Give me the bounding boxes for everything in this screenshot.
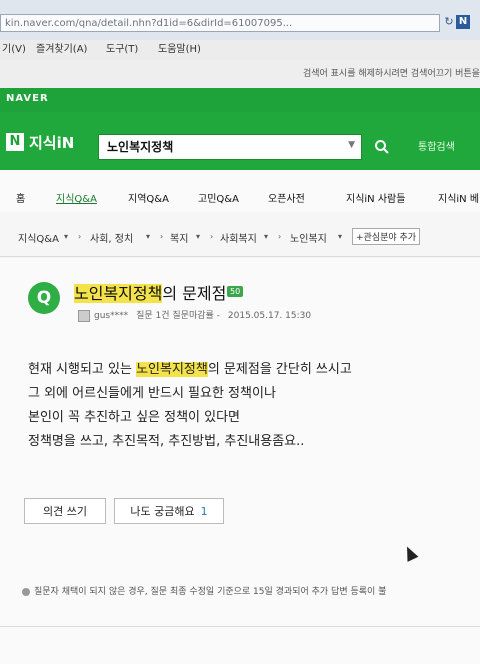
menu-help[interactable]: 도움말(H)	[158, 40, 201, 60]
chevron-down-icon[interactable]: ▼	[348, 140, 355, 150]
naver-toolbar-icon[interactable]: N	[456, 15, 470, 29]
question-meta: gus**** 질문 1건 질문마감률 - 2015.05.17. 15:30	[78, 308, 319, 322]
naver-logo[interactable]: NAVER	[6, 93, 49, 104]
chevron-down-icon[interactable]: ▾	[64, 232, 68, 241]
info-icon	[22, 587, 30, 596]
question-card: Q 노인복지정책의 문제점 50 gus**** 질문 1건 질문마감률 -201…	[0, 258, 480, 664]
chevron-right-icon: ›	[160, 232, 164, 241]
me-too-curious-button[interactable]: 나도 궁금해요 1	[114, 498, 224, 524]
breadcrumb: 지식Q&A ▾ › 사회, 정치 ▾ › 복지 ▾ › 사회복지 ▾ › 노인복…	[0, 212, 480, 257]
question-title: 노인복지정책의 문제점	[74, 280, 226, 304]
chevron-down-icon[interactable]: ▾	[196, 232, 200, 241]
body-text-segment: 의 문제점을 간단히 쓰시고	[207, 362, 352, 377]
divider	[0, 626, 480, 627]
breadcrumb-kin-qa[interactable]: 지식Q&A	[18, 230, 59, 245]
breadcrumb-welfare[interactable]: 복지	[170, 230, 188, 245]
author-stats: 질문 1건 질문마감률 -	[136, 311, 220, 321]
menu-tools[interactable]: 도구(T)	[106, 40, 138, 60]
body-line: 본인이 꼭 추진하고 싶은 정책이 있다면	[28, 410, 241, 425]
avatar	[78, 309, 90, 322]
title-rest: 의 문제점	[162, 284, 227, 303]
question-body: 현재 시행되고 있는 노인복지정책의 문제점을 간단히 쓰시고 그 외에 어르신…	[28, 358, 352, 454]
chevron-right-icon: ›	[78, 232, 82, 241]
tab-kin-qa[interactable]: 지식Q&A	[56, 190, 97, 205]
kin-logo-text: 지식iN	[29, 133, 75, 152]
kin-tab-bar: 홈 지식Q&A 지역Q&A 고민Q&A 오픈사전 지식iN 사람들 지식iN 베	[0, 170, 480, 213]
tab-kin-more[interactable]: 지식iN 베	[438, 190, 479, 205]
chevron-down-icon[interactable]: ▾	[146, 232, 150, 241]
add-interest-button[interactable]: +관심분야 추가	[352, 228, 421, 245]
me-too-label: 나도 궁금해요	[130, 505, 195, 518]
tab-kin-people[interactable]: 지식iN 사람들	[346, 190, 405, 205]
chevron-right-icon: ›	[210, 232, 214, 241]
tab-worry-qa[interactable]: 고민Q&A	[198, 190, 239, 205]
note-text: 질문자 채택이 되지 않은 경우, 질문 최종 수정일 기준으로 15일 경과되…	[34, 587, 387, 597]
body-text-segment: 현재 시행되고 있는	[28, 362, 137, 377]
tab-local-qa[interactable]: 지역Q&A	[128, 190, 169, 205]
title-highlight: 노인복지정책	[74, 284, 163, 303]
integrated-search-link[interactable]: 통합검색	[418, 138, 455, 153]
breadcrumb-society[interactable]: 사회, 정치	[90, 230, 133, 245]
chevron-down-icon[interactable]: ▾	[338, 232, 342, 241]
chevron-right-icon: ›	[278, 232, 282, 241]
naver-n-logo-icon: N	[6, 133, 24, 151]
points-badge: 50	[227, 286, 244, 297]
curious-count: 1	[200, 505, 208, 518]
kin-search-header: N 지식iN ▼ 통합검색	[0, 112, 480, 170]
body-line: 그 외에 어르신들에게 반드시 필요한 정책이나	[28, 386, 276, 401]
body-line: 정책명을 쓰고, 추진목적, 추진방법, 추진내용좀요..	[28, 434, 305, 449]
question-date: 2015.05.17. 15:30	[227, 311, 312, 321]
tab-home[interactable]: 홈	[16, 190, 25, 205]
breadcrumb-social-welfare[interactable]: 사회복지	[220, 230, 257, 245]
chevron-down-icon[interactable]: ▾	[264, 232, 268, 241]
browser-menubar: 기(V) 즐겨찾기(A) 도구(T) 도움말(H)	[0, 40, 480, 61]
search-icon	[375, 140, 389, 154]
answer-policy-note: 질문자 채택이 되지 않은 경우, 질문 최종 수정일 기준으로 15일 경과되…	[22, 584, 386, 597]
notice-text: 검색어 표시를 해제하시려면 검색어끄기 버튼을	[302, 69, 480, 79]
menu-favorites[interactable]: 즐겨찾기(A)	[36, 40, 87, 60]
mouse-cursor-icon	[401, 544, 419, 562]
search-highlight-notice: 검색어 표시를 해제하시려면 검색어끄기 버튼을	[0, 60, 480, 88]
naver-top-bar: NAVER	[0, 88, 480, 112]
question-badge-icon: Q	[28, 282, 60, 314]
kin-logo[interactable]: N 지식iN	[6, 132, 74, 152]
breadcrumb-elderly-welfare[interactable]: 노인복지	[290, 230, 327, 245]
author-id[interactable]: gus****	[94, 311, 128, 321]
search-box: ▼	[98, 134, 362, 160]
refresh-icon[interactable]: ↻	[442, 15, 456, 29]
search-input[interactable]	[99, 135, 337, 157]
tab-open-dictionary[interactable]: 오픈사전	[268, 190, 305, 205]
body-highlight: 노인복지정책	[136, 362, 208, 377]
address-bar[interactable]: kin.naver.com/qna/detail.nhn?d1id=6&dirI…	[0, 14, 440, 32]
body-line: 현재 시행되고 있는 노인복지정책의 문제점을 간단히 쓰시고	[28, 358, 352, 382]
search-button[interactable]	[366, 134, 398, 160]
menu-view[interactable]: 기(V)	[2, 40, 26, 60]
write-answer-button[interactable]: 의견 쓰기	[24, 498, 106, 524]
browser-address-area: kin.naver.com/qna/detail.nhn?d1id=6&dirI…	[0, 0, 480, 41]
